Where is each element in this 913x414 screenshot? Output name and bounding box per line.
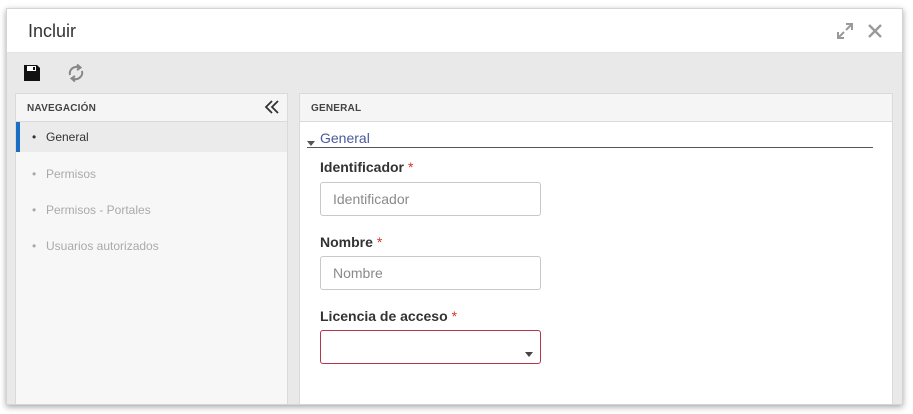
bullet-icon: •	[32, 130, 37, 144]
collapse-navigation-icon[interactable]	[263, 98, 281, 116]
bullet-icon: •	[32, 167, 37, 181]
navigation-header-label: NAVEGACIÓN	[27, 103, 97, 114]
identificador-input[interactable]	[320, 182, 541, 216]
content-header-label: GENERAL	[311, 103, 362, 114]
identificador-label: Identificador *	[320, 159, 414, 175]
dialog-title: Incluir	[28, 21, 77, 41]
section-general-toggle[interactable]: General	[307, 130, 873, 148]
nombre-input[interactable]	[320, 256, 541, 290]
maximize-icon[interactable]	[835, 21, 855, 41]
section-title: General	[320, 130, 370, 146]
nav-item-label: General	[46, 130, 89, 144]
bullet-icon: •	[32, 239, 37, 253]
save-icon[interactable]	[20, 61, 44, 85]
licencia-select[interactable]	[320, 330, 541, 364]
required-marker: *	[451, 308, 458, 324]
bullet-icon: •	[32, 203, 37, 217]
close-icon[interactable]	[865, 21, 885, 41]
nav-item-general[interactable]: • General	[16, 122, 287, 152]
dropdown-arrow-icon	[525, 345, 533, 363]
required-marker: *	[376, 234, 383, 250]
licencia-label: Licencia de acceso *	[320, 308, 458, 324]
nav-item-label: Permisos	[46, 167, 97, 181]
nav-item-permisos-portales[interactable]: • Permisos - Portales	[16, 194, 287, 230]
refresh-icon[interactable]	[64, 61, 88, 85]
caret-down-icon	[307, 134, 315, 152]
navigation-list: • General • Permisos • Permisos - Portal…	[16, 122, 287, 266]
content-panel: GENERAL General Identificador* Nombre* L…	[299, 93, 893, 404]
navigation-header: NAVEGACIÓN	[16, 94, 287, 122]
required-marker: *	[408, 159, 414, 175]
toolbar	[7, 54, 902, 91]
dialog-titlebar: Incluir	[7, 9, 902, 53]
nav-item-label: Permisos - Portales	[46, 203, 151, 217]
navigation-panel: NAVEGACIÓN • General • Permisos • Permis…	[15, 93, 288, 404]
nav-item-label: Usuarios autorizados	[46, 239, 159, 253]
nav-item-usuarios-autorizados[interactable]: • Usuarios autorizados	[16, 230, 287, 266]
include-dialog: Incluir NAVEGACIÓN • General • Permisos …	[6, 8, 903, 405]
nombre-label: Nombre *	[320, 234, 383, 250]
nav-item-permisos[interactable]: • Permisos	[16, 158, 287, 194]
content-header: GENERAL	[300, 94, 892, 122]
